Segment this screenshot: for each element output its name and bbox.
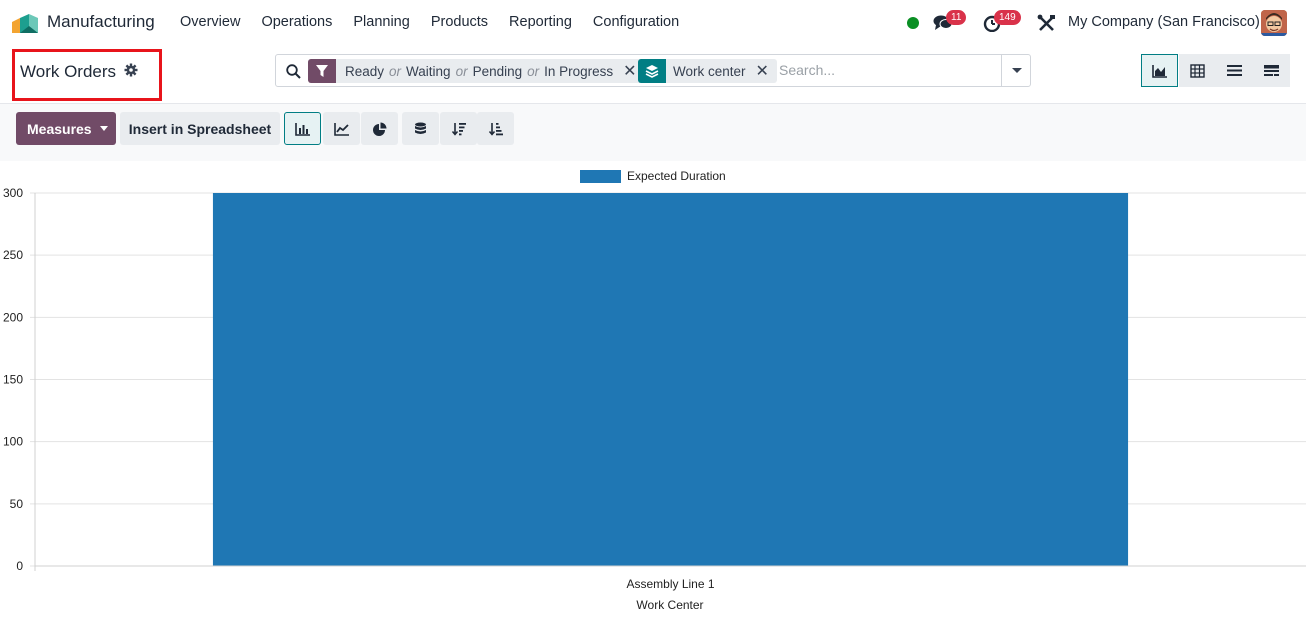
bar-chart-icon	[294, 122, 310, 136]
search-bar[interactable]: Ready or Waiting or Pending or In Progre…	[275, 54, 1002, 87]
x-tick-label: Assembly Line 1	[626, 577, 714, 591]
line-chart-icon	[333, 122, 349, 136]
y-tick-label: 200	[3, 310, 23, 324]
area-chart-icon	[1151, 64, 1167, 78]
stacked-toggle-button[interactable]	[402, 112, 439, 145]
pivot-view-button[interactable]	[1179, 54, 1216, 87]
legend-label[interactable]: Expected Duration	[627, 169, 726, 183]
table-grid-icon	[1190, 63, 1205, 78]
main-menu: Overview Operations Planning Products Re…	[180, 14, 700, 30]
sort-descending-button[interactable]	[440, 112, 477, 145]
facet-value-pending: Pending	[472, 63, 523, 79]
list-view-button[interactable]	[1216, 54, 1253, 87]
facet-value-in-progress: In Progress	[544, 63, 614, 79]
menu-reporting[interactable]: Reporting	[509, 14, 572, 30]
search-options-toggle[interactable]	[1001, 54, 1031, 87]
pie-chart-icon	[372, 122, 386, 136]
facet-groupby-label: Work center	[673, 63, 746, 79]
user-avatar[interactable]	[1261, 10, 1287, 36]
kanban-view-button[interactable]	[1253, 54, 1290, 87]
insert-in-spreadsheet-button[interactable]: Insert in Spreadsheet	[120, 112, 280, 145]
insert-in-spreadsheet-label: Insert in Spreadsheet	[128, 120, 272, 137]
bar-chart-button[interactable]	[284, 112, 321, 145]
graph-toolbar: Measures Insert in Spreadsheet	[0, 104, 1306, 161]
sort-ascending-icon	[488, 122, 503, 136]
page-title[interactable]: Work Orders	[20, 62, 116, 82]
menu-planning[interactable]: Planning	[353, 14, 409, 30]
graph-view-button[interactable]	[1141, 54, 1178, 87]
groupby-facet[interactable]: Work center ✕	[638, 59, 777, 83]
filter-icon	[308, 59, 336, 83]
manufacturing-app-icon[interactable]	[12, 13, 38, 33]
y-tick-label: 150	[3, 373, 23, 387]
line-chart-button[interactable]	[323, 112, 360, 145]
control-panel: Work Orders Ready or Waiting or Pending …	[0, 46, 1306, 104]
y-tick-label: 250	[3, 248, 23, 262]
menu-operations[interactable]: Operations	[261, 14, 332, 30]
menu-configuration[interactable]: Configuration	[593, 14, 679, 30]
remove-groupby-close-icon[interactable]: ✕	[756, 61, 769, 81]
debug-tools-icon[interactable]	[1037, 14, 1057, 32]
search-input[interactable]: Search...	[779, 62, 835, 78]
activity-list-icon	[1264, 65, 1279, 76]
measures-button[interactable]: Measures	[16, 112, 116, 145]
legend-swatch[interactable]	[580, 170, 621, 183]
facet-value-waiting: Waiting	[406, 63, 451, 79]
bar[interactable]	[212, 193, 1129, 566]
menu-products[interactable]: Products	[431, 14, 488, 30]
pie-chart-button[interactable]	[361, 112, 398, 145]
facet-value-ready: Ready	[345, 63, 385, 79]
measures-label: Measures	[27, 120, 92, 137]
x-axis-title: Work Center	[636, 598, 703, 612]
top-navbar: Manufacturing Overview Operations Planni…	[0, 0, 1306, 46]
database-stack-icon	[415, 122, 426, 134]
app-name[interactable]: Manufacturing	[47, 12, 155, 32]
y-tick-label: 300	[3, 186, 23, 200]
list-icon	[1227, 65, 1242, 76]
sort-ascending-button[interactable]	[477, 112, 514, 145]
caret-down-icon	[99, 126, 108, 131]
presence-status-icon[interactable]	[907, 17, 919, 29]
bar-chart-svg: 0 50 100 150 200 250 300 Assembly Line 1 Work Ce…	[3, 169, 1306, 612]
y-tick-label: 0	[16, 559, 23, 573]
gear-icon[interactable]	[124, 63, 138, 77]
company-switcher[interactable]: My Company (San Francisco)	[1068, 14, 1260, 30]
facet-or-separator: or	[527, 63, 540, 79]
y-tick-label: 50	[10, 497, 24, 511]
activities-badge: 149	[994, 10, 1021, 25]
facet-or-separator: or	[389, 63, 402, 79]
facet-or-separator: or	[455, 63, 468, 79]
menu-overview[interactable]: Overview	[180, 14, 240, 30]
chevron-down-icon	[1012, 68, 1022, 73]
filter-facet[interactable]: Ready or Waiting or Pending or In Progre…	[308, 59, 645, 83]
search-icon	[286, 64, 301, 79]
remove-filter-close-icon[interactable]: ✕	[623, 61, 636, 81]
sort-descending-icon	[451, 122, 466, 136]
y-tick-label: 100	[3, 435, 23, 449]
bar-chart: 0 50 100 150 200 250 300 Assembly Line 1 Work Ce…	[0, 161, 1306, 617]
layers-icon	[638, 59, 666, 83]
messages-badge: 11	[946, 10, 967, 25]
